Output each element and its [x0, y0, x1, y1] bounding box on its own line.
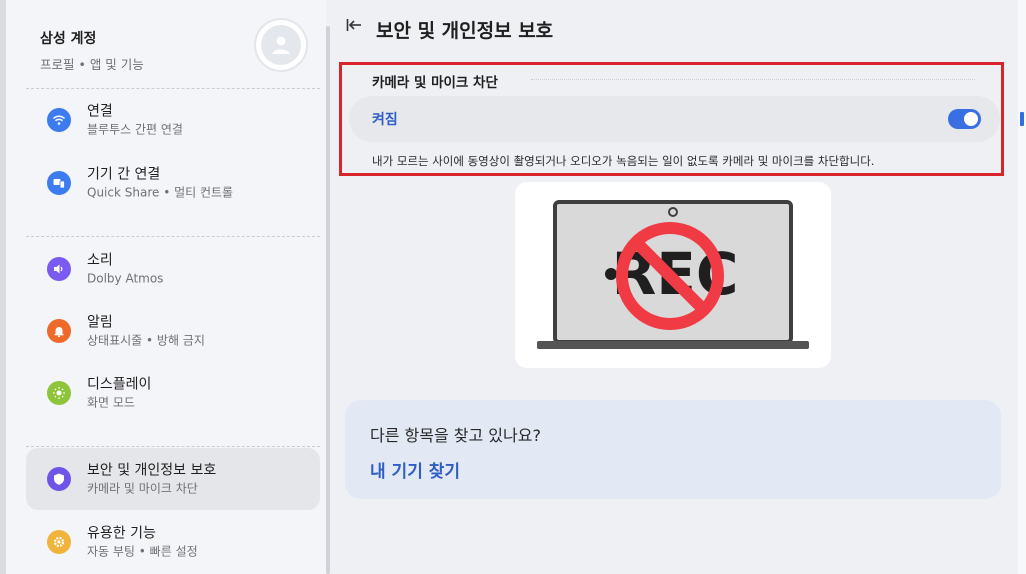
gear-icon — [47, 530, 71, 554]
sidebar-item-label: 알림 — [87, 314, 113, 331]
sidebar-item-sub: 카메라 및 마이크 차단 — [87, 481, 198, 496]
sidebar-item-device-connection[interactable]: 기기 간 연결 Quick Share • 멀티 컨트롤 — [26, 152, 320, 214]
brightness-icon — [47, 381, 71, 405]
sidebar-divider — [26, 236, 320, 237]
sidebar-item-security[interactable]: 보안 및 개인정보 보호 카메라 및 마이크 차단 — [26, 448, 320, 510]
sidebar-item-sub: Dolby Atmos — [87, 271, 164, 286]
help-question: 다른 항목을 찾고 있나요? — [370, 426, 541, 445]
switch-knob — [964, 112, 978, 126]
sidebar-item-sub: 상태표시줄 • 방해 금지 — [87, 333, 205, 348]
sidebar-item-sub: 자동 부팅 • 빠른 설정 — [87, 544, 198, 559]
wifi-icon — [47, 108, 71, 132]
window-right-edge — [1018, 0, 1026, 574]
page-title: 보안 및 개인정보 보호 — [376, 20, 554, 42]
section-description: 내가 모르는 사이에 동영상이 촬영되거나 오디오가 녹음되는 일이 없도록 카… — [372, 154, 875, 168]
bell-icon — [47, 319, 71, 343]
sidebar-divider — [26, 446, 320, 447]
camera-block-illustration: REC — [515, 182, 831, 368]
avatar[interactable] — [254, 18, 308, 72]
collapse-sidebar-icon[interactable] — [345, 16, 363, 39]
camera-mic-switch[interactable] — [948, 109, 981, 129]
sidebar-item-sub: 블루투스 간편 연결 — [87, 122, 183, 137]
section-divider — [531, 79, 975, 80]
camera-mic-block-section: 카메라 및 마이크 차단 켜짐 내가 모르는 사이에 동영상이 촬영되거나 오디… — [339, 62, 1004, 176]
camera-mic-toggle-row[interactable]: 켜짐 — [349, 96, 1000, 142]
section-title: 카메라 및 마이크 차단 — [372, 75, 498, 91]
find-my-device-link[interactable]: 내 기기 찾기 — [370, 457, 460, 482]
sidebar-item-label: 연결 — [87, 103, 113, 120]
sidebar-item-sub: Quick Share • 멀티 컨트롤 — [87, 185, 234, 200]
sidebar-item-useful-features[interactable]: 유용한 기능 자동 부팅 • 빠른 설정 — [26, 511, 320, 573]
sidebar-item-sound[interactable]: 소리 Dolby Atmos — [26, 238, 320, 300]
toggle-label: 켜짐 — [372, 112, 398, 128]
profile-section[interactable]: 삼성 계정 프로필 • 앱 및 기능 — [40, 28, 144, 73]
sidebar-scrollbar[interactable] — [326, 26, 330, 574]
shield-icon — [47, 467, 71, 491]
help-card: 다른 항목을 찾고 있나요? 내 기기 찾기 — [345, 400, 1001, 499]
devices-icon — [47, 171, 71, 195]
sidebar-item-display[interactable]: 디스플레이 화면 모드 — [26, 362, 320, 424]
sidebar-item-sub: 화면 모드 — [87, 395, 135, 410]
sidebar-item-notifications[interactable]: 알림 상태표시줄 • 방해 금지 — [26, 300, 320, 362]
right-edge-indicator — [1020, 112, 1024, 126]
person-icon — [272, 36, 290, 54]
profile-sub: 프로필 • 앱 및 기능 — [40, 57, 144, 72]
sidebar-item-label: 기기 간 연결 — [87, 166, 161, 183]
sidebar-item-label: 소리 — [87, 252, 113, 269]
speaker-icon — [47, 257, 71, 281]
profile-name: 삼성 계정 — [40, 31, 97, 47]
sidebar-item-label: 유용한 기능 — [87, 525, 156, 542]
sidebar-item-label: 보안 및 개인정보 보호 — [87, 462, 217, 479]
sidebar-item-connections[interactable]: 연결 블루투스 간편 연결 — [26, 89, 320, 151]
sidebar-item-label: 디스플레이 — [87, 376, 152, 393]
